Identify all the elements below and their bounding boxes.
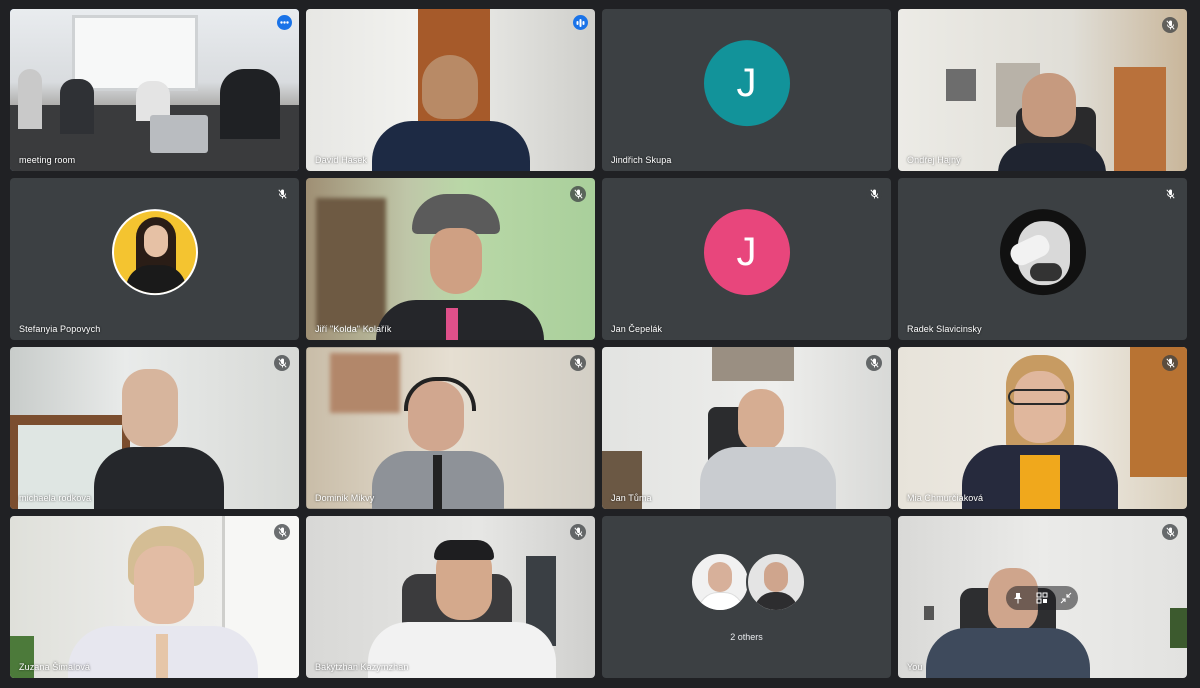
minimize-icon[interactable] (1056, 588, 1076, 608)
face (1014, 371, 1066, 443)
shirt (125, 265, 186, 294)
shirt (372, 121, 530, 171)
avatar: J (703, 40, 790, 127)
participant-tile-jan-tuma[interactable]: Jan Tůma (602, 347, 891, 509)
hoodie (700, 447, 836, 509)
mic-off-icon (570, 355, 586, 371)
participant-tile-mia-chmurciakova[interactable]: Mia Chmurčiaková (898, 347, 1187, 509)
face (764, 562, 788, 592)
mic-off-icon (1162, 355, 1178, 371)
participant-tile-dominik-mikvy[interactable]: Dominik Mikvy (306, 347, 595, 509)
participant-name: You (907, 662, 923, 672)
bookshelf (316, 198, 386, 328)
participant-name: Jan Tůma (611, 493, 652, 503)
mic-off-icon (1162, 524, 1178, 540)
tie (446, 308, 458, 340)
participant-name: meeting room (19, 155, 76, 165)
tie (156, 634, 168, 678)
frame-icon[interactable] (1032, 588, 1052, 608)
face (430, 228, 482, 294)
beard (1029, 263, 1062, 282)
mic-off-icon (1162, 17, 1178, 33)
participant-tile-meeting-room[interactable]: meeting room (10, 9, 299, 171)
participant-name: Ondřej Hajný (907, 155, 961, 165)
person (60, 79, 94, 134)
mic-off-icon (274, 186, 290, 202)
participant-tile-radek-slavicinsky[interactable]: Radek Slavicinsky (898, 178, 1187, 340)
audio-level-icon (573, 15, 588, 30)
participant-name: Jindřich Skupa (611, 155, 672, 165)
mic-off-icon (866, 355, 882, 371)
participant-tile-jiri-kolarik[interactable]: Jiří "Kolda" Kolařík (306, 178, 595, 340)
participant-tile-others[interactable]: 2 others (602, 516, 891, 678)
picture-frame (712, 347, 794, 381)
face (143, 225, 168, 258)
mic-off-icon (1162, 186, 1178, 202)
face (738, 389, 784, 451)
suit (376, 300, 544, 340)
suit (998, 143, 1106, 171)
mic-off-icon (274, 355, 290, 371)
wall-item (924, 606, 934, 620)
participant-name: Bakytzhan Kazymzhan (315, 662, 409, 672)
door (1130, 347, 1187, 477)
face (708, 562, 732, 592)
plant (1170, 608, 1187, 648)
mic-off-icon (274, 524, 290, 540)
face (122, 369, 178, 447)
mic-off-icon (570, 524, 586, 540)
participant-name: Jiří "Kolda" Kolařík (315, 324, 392, 334)
avatar (111, 209, 198, 296)
participant-tile-bakytzhan-kazymzhan[interactable]: Bakytzhan Kazymzhan (306, 516, 595, 678)
participant-grid: meeting room David Hásek J Jindřich Skup… (0, 0, 1200, 688)
participant-name: Mia Chmurčiaková (907, 493, 984, 503)
picture-frame (946, 69, 976, 101)
participant-tile-michaela-rodkova[interactable]: michaela rodkova (10, 347, 299, 509)
avatar (690, 552, 750, 612)
mic-off-icon (570, 186, 586, 202)
person (220, 69, 280, 139)
mic-off-icon (866, 186, 882, 202)
participant-name: Jan Čepelák (611, 324, 663, 334)
participant-tile-david-hasek[interactable]: David Hásek (306, 9, 595, 171)
face (1022, 73, 1076, 137)
pin-icon[interactable] (1008, 588, 1028, 608)
glasses (1008, 389, 1070, 405)
cabinet (1114, 67, 1166, 171)
participant-tile-zuzana-simalova[interactable]: Zuzana Šimalová (10, 516, 299, 678)
suit (926, 628, 1090, 678)
participant-name: David Hásek (315, 155, 368, 165)
shirt (754, 592, 798, 610)
participant-tile-self[interactable]: You (898, 516, 1187, 678)
window (72, 15, 198, 91)
tie (433, 455, 442, 509)
avatar (746, 552, 806, 612)
participant-name: Stefanyia Popovych (19, 324, 101, 334)
participant-name: Zuzana Šimalová (19, 662, 91, 672)
participant-tile-jan-cepelak[interactable]: J Jan Čepelák (602, 178, 891, 340)
avatar (999, 209, 1086, 296)
participant-name: Dominik Mikvy (315, 493, 375, 503)
participant-tile-stefanyia-popovych[interactable]: Stefanyia Popovych (10, 178, 299, 340)
participant-name: michaela rodkova (19, 493, 92, 503)
hair (434, 540, 494, 560)
participant-tile-jindrich-skupa[interactable]: J Jindřich Skupa (602, 9, 891, 171)
top (1020, 455, 1060, 509)
shirt (698, 592, 744, 610)
others-avatars (690, 552, 806, 612)
shirt (94, 447, 224, 509)
more-options-icon[interactable] (277, 15, 292, 30)
laptop (150, 115, 208, 153)
participant-name: Radek Slavicinsky (907, 324, 982, 334)
picture-frame (330, 353, 400, 413)
face (422, 55, 478, 119)
participant-tile-ondrej-hajny[interactable]: Ondřej Hajný (898, 9, 1187, 171)
others-count-label: 2 others (730, 632, 763, 642)
face (134, 546, 194, 624)
person (18, 69, 42, 129)
self-view-controls (1006, 586, 1078, 610)
avatar: J (703, 209, 790, 296)
